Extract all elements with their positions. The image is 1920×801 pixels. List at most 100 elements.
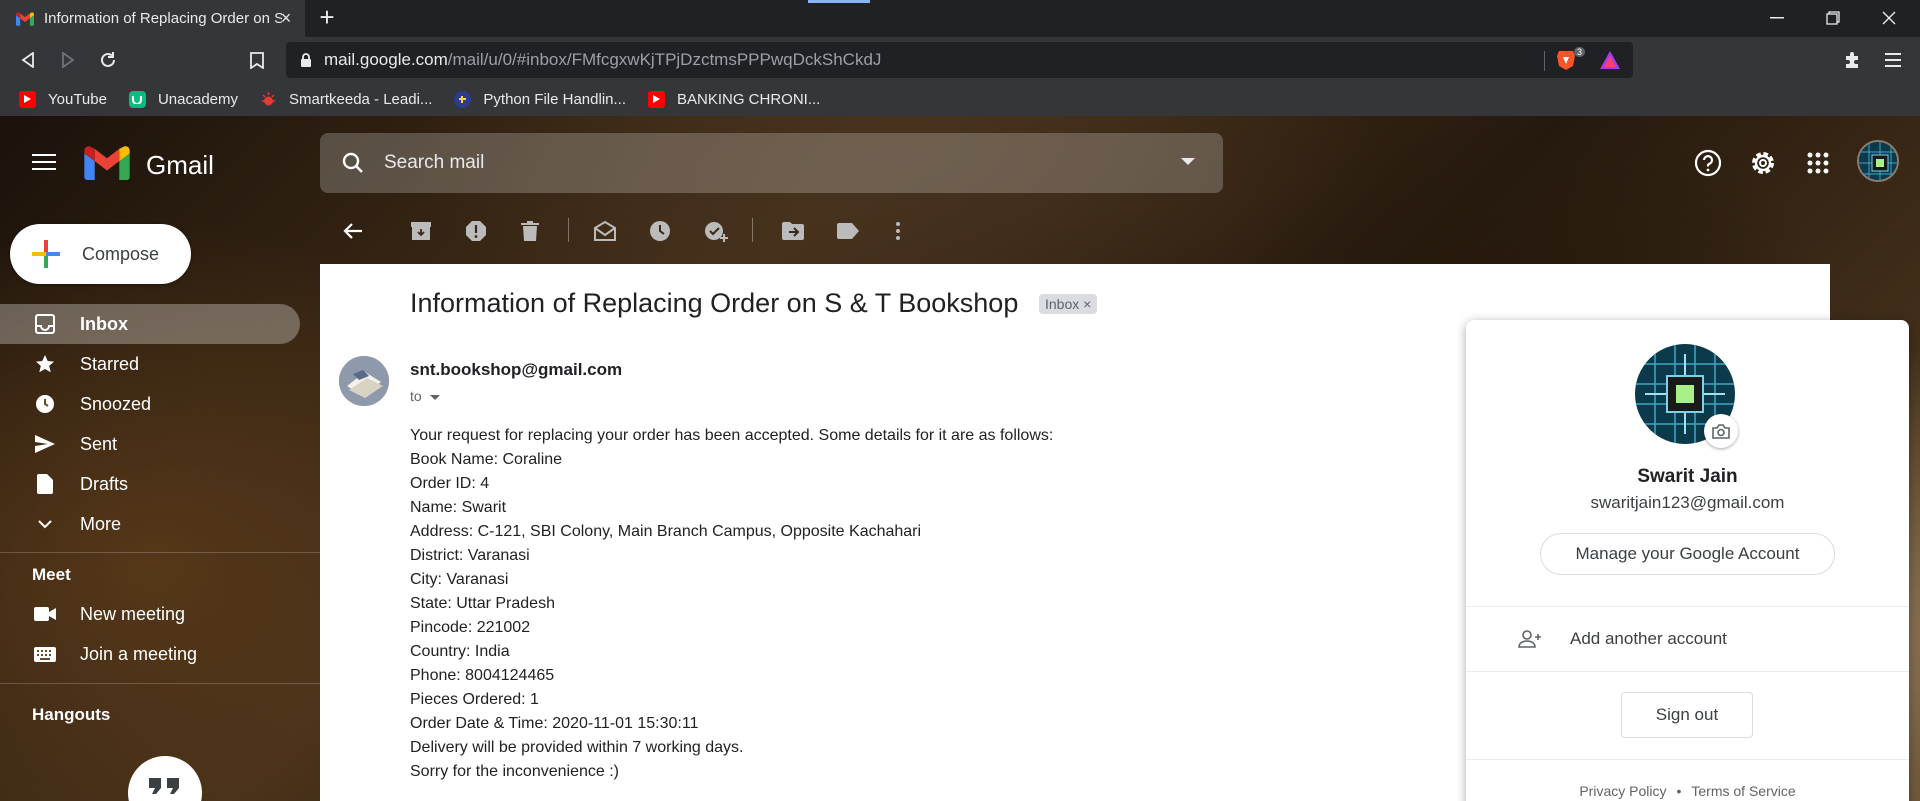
body-line: Delivery will be provided within 7 worki… [410, 739, 744, 756]
join-meeting-button[interactable]: Join a meeting [0, 634, 300, 674]
bookmark-python[interactable]: Python File Handlin... [454, 90, 626, 108]
bookmark-smartkeeda[interactable]: Smartkeeda - Leadi... [260, 91, 432, 108]
search-input[interactable] [384, 152, 1164, 174]
back-icon[interactable] [15, 47, 41, 73]
sidebar-item-label: Inbox [80, 313, 128, 334]
more-options-icon[interactable] [885, 218, 911, 244]
browser-menu-icon[interactable] [1880, 47, 1906, 73]
body-line: District: Varanasi [410, 547, 530, 564]
sidebar-item-drafts[interactable]: Drafts [0, 464, 300, 504]
star-icon [34, 353, 56, 375]
address-bar[interactable]: mail.google.com/mail/u/0/#inbox/FMfcgxwK… [286, 42, 1633, 78]
new-tab-icon[interactable]: + [315, 4, 339, 30]
manage-account-button[interactable]: Manage your Google Account [1540, 533, 1835, 575]
archive-icon[interactable] [408, 218, 434, 244]
url-text: mail.google.com/mail/u/0/#inbox/FMfcgxwK… [324, 50, 882, 69]
label-icon[interactable] [835, 218, 861, 244]
back-to-inbox-icon[interactable] [340, 218, 366, 244]
gmail-wordmark: Gmail [146, 150, 214, 180]
gmail-favicon-icon [16, 11, 34, 26]
main-menu-icon[interactable] [32, 154, 56, 172]
add-to-tasks-icon[interactable] [703, 218, 729, 244]
compose-button[interactable]: Compose [10, 224, 191, 284]
sidebar-item-inbox[interactable]: Inbox [0, 304, 300, 344]
meet-item-label: New meeting [80, 603, 186, 624]
meet-section-title: Meet [32, 565, 71, 584]
brave-rewards-icon[interactable] [1599, 50, 1621, 70]
body-line: Pieces Ordered: 1 [410, 691, 539, 708]
sender-email[interactable]: snt.bookshop@gmail.com [410, 360, 622, 380]
gmail-logo-icon[interactable] [84, 146, 130, 180]
report-spam-icon[interactable] [463, 218, 489, 244]
message-toolbar [320, 204, 1830, 256]
minimize-icon[interactable] [1754, 4, 1800, 32]
bookmark-unacademy[interactable]: Unacademy [128, 90, 238, 108]
bookmark-label: Smartkeeda - Leadi... [289, 90, 433, 108]
toolbar-separator [752, 218, 753, 242]
snooze-icon[interactable] [647, 218, 673, 244]
search-icon[interactable] [342, 152, 364, 174]
body-line: Order ID: 4 [410, 475, 490, 492]
gmail-app: Gmail Compose Inbox Starred [0, 116, 1920, 801]
draft-icon [34, 473, 56, 495]
mark-unread-icon[interactable] [592, 218, 618, 244]
remove-label-icon[interactable]: × [1083, 296, 1091, 312]
body-line: City: Varanasi [410, 571, 509, 588]
show-details-icon[interactable] [429, 394, 440, 400]
footer-separator: • [1676, 783, 1682, 799]
sender-avatar[interactable] [339, 356, 389, 406]
browser-toolbar: mail.google.com/mail/u/0/#inbox/FMfcgxwK… [0, 37, 1920, 82]
camera-icon[interactable] [1704, 414, 1738, 448]
reload-icon[interactable] [95, 47, 121, 73]
apps-grid-icon[interactable] [1803, 148, 1833, 178]
meet-nav: New meeting Join a meeting [0, 594, 300, 674]
account-avatar[interactable] [1857, 140, 1899, 182]
close-window-icon[interactable] [1866, 4, 1912, 32]
forward-icon[interactable] [55, 47, 81, 73]
search-options-icon[interactable] [1181, 158, 1195, 165]
email-body: Your request for replacing your order ha… [410, 424, 1053, 784]
sidebar-item-more[interactable]: More [0, 504, 300, 544]
browser-tab[interactable]: Information of Replacing Order on S & T … [0, 0, 305, 37]
inbox-label-chip[interactable]: Inbox × [1039, 294, 1098, 314]
bookmark-icon[interactable] [244, 47, 270, 73]
popup-footer: Privacy Policy • Terms of Service [1466, 783, 1909, 799]
restore-icon[interactable] [1810, 4, 1856, 32]
address-bar-divider [1544, 51, 1545, 71]
smartkeeda-icon [260, 91, 277, 108]
move-to-icon[interactable] [780, 218, 806, 244]
sidebar-item-label: Drafts [80, 473, 129, 494]
youtube-icon [648, 90, 665, 108]
recipient-details[interactable]: to [410, 388, 440, 404]
body-line: Book Name: Coraline [410, 451, 563, 468]
help-icon[interactable] [1693, 148, 1723, 178]
sign-out-button[interactable]: Sign out [1621, 692, 1753, 738]
body-line: Address: C-121, SBI Colony, Main Branch … [410, 523, 922, 540]
sidebar-item-starred[interactable]: Starred [0, 344, 300, 384]
lock-icon [301, 52, 311, 67]
privacy-policy-link[interactable]: Privacy Policy [1579, 783, 1666, 799]
bookmark-youtube[interactable]: YouTube [19, 90, 107, 108]
keyboard-icon [34, 643, 56, 665]
body-line: Name: Swarit [410, 499, 507, 516]
compose-plus-icon [32, 240, 60, 268]
sidebar-item-sent[interactable]: Sent [0, 424, 300, 464]
delete-icon[interactable] [517, 218, 543, 244]
tab-title: Information of Replacing Order on S & T … [44, 10, 282, 27]
python-icon [454, 90, 472, 108]
body-line: Phone: 8004124465 [410, 667, 555, 684]
extensions-icon[interactable] [1839, 47, 1865, 73]
terms-of-service-link[interactable]: Terms of Service [1691, 783, 1795, 799]
body-line: Sorry for the inconvenience :) [410, 763, 619, 780]
bookmark-banking-chronicle[interactable]: BANKING CHRONI... [648, 90, 820, 108]
new-meeting-button[interactable]: New meeting [0, 594, 300, 634]
sidebar-item-snoozed[interactable]: Snoozed [0, 384, 300, 424]
toolbar-separator [568, 218, 569, 242]
tab-close-icon[interactable]: × [277, 9, 295, 27]
sidebar-item-label: More [80, 513, 122, 534]
add-account-button[interactable]: Add another account [1466, 607, 1909, 671]
account-email: swaritjain123@gmail.com [1590, 493, 1785, 512]
hangouts-section-title: Hangouts [32, 705, 111, 724]
sidebar-item-label: Sent [80, 433, 118, 454]
settings-gear-icon[interactable] [1748, 148, 1778, 178]
